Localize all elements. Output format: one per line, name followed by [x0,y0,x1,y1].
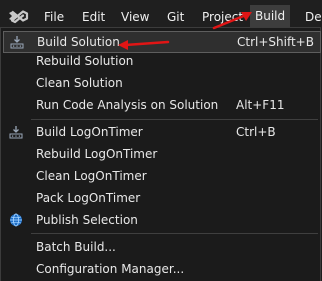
menu-item-rebuild-project[interactable]: Rebuild LogOnTimer [2,143,320,165]
menu-item-shortcut: Alt+F11 [236,98,285,112]
menu-item-clean-solution[interactable]: Clean Solution [2,72,320,94]
build-icon [9,126,23,139]
globe-icon [10,213,22,227]
visual-studio-logo-icon[interactable] [8,7,30,25]
menu-item-label: Clean Solution [36,76,123,90]
menu-item-label: Pack LogOnTimer [36,191,141,205]
menu-view[interactable]: View [121,8,149,26]
menu-separator [31,233,318,234]
menu-item-label: Build LogOnTimer [36,125,143,139]
menu-item-batch-build[interactable]: Batch Build... [2,236,320,258]
menu-item-shortcut: Ctrl+B [236,125,276,139]
menu-item-label: Rebuild LogOnTimer [36,147,158,161]
build-menu-dropdown: Build Solution Ctrl+Shift+B Rebuild Solu… [0,27,321,281]
menu-project[interactable]: Project [202,8,243,26]
menu-debug[interactable]: Deb [305,8,322,26]
menu-item-run-code-analysis[interactable]: Run Code Analysis on Solution Alt+F11 [2,94,320,116]
menu-item-label: Batch Build... [36,240,116,254]
menu-item-clean-project[interactable]: Clean LogOnTimer [2,165,320,187]
menu-item-label: Run Code Analysis on Solution [36,98,219,112]
menu-file[interactable]: File [44,8,64,26]
menu-build[interactable]: Build [250,5,291,27]
menu-item-label: Clean LogOnTimer [36,169,147,183]
build-icon [10,36,24,49]
menu-item-configuration-manager[interactable]: Configuration Manager... [2,258,320,280]
menu-git[interactable]: Git [167,8,184,26]
menu-edit[interactable]: Edit [82,8,105,26]
menu-item-rebuild-solution[interactable]: Rebuild Solution [2,50,320,72]
menu-item-pack-project[interactable]: Pack LogOnTimer [2,187,320,209]
menu-item-label: Configuration Manager... [36,262,185,276]
menu-item-label: Rebuild Solution [36,54,134,68]
menu-item-label: Publish Selection [36,213,138,227]
menu-item-build-project[interactable]: Build LogOnTimer Ctrl+B [2,121,320,143]
menu-item-publish-selection[interactable]: Publish Selection [2,209,320,231]
menu-separator [31,119,318,120]
